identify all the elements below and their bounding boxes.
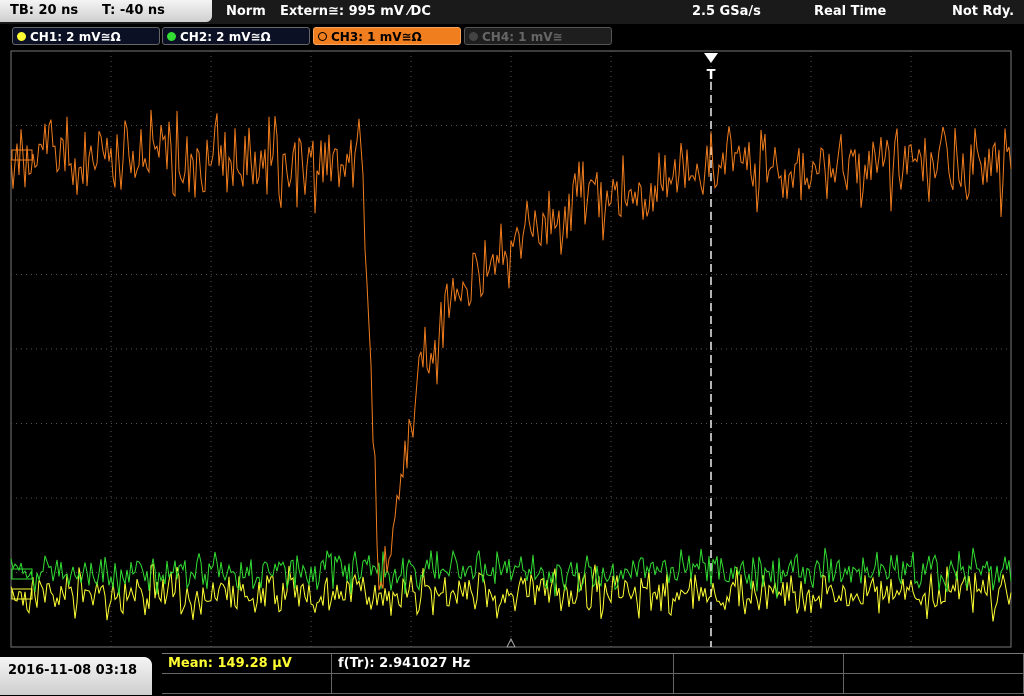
measurement-slot-5[interactable] — [162, 674, 332, 694]
mean-measurement[interactable]: Mean: 149.28 µV — [162, 654, 332, 674]
trigger-source[interactable]: Extern≅: 995 mV ⁄DC — [280, 0, 431, 24]
top-bar: TB: 20 ns T: -40 ns Norm Extern≅: 995 mV… — [0, 0, 1024, 24]
ch3-label: CH3: 1 mV≅Ω — [331, 30, 422, 44]
trigger-mode[interactable]: Norm — [226, 0, 266, 24]
timebase-label: TB: 20 ns — [10, 3, 79, 18]
ch4-label: CH4: 1 mV≅ — [482, 30, 563, 44]
datetime-box: 2016-11-08 03:18 — [0, 657, 152, 695]
acquisition-mode: Real Time — [814, 4, 887, 19]
ch3-dot-icon — [318, 32, 327, 41]
acquisition-state: Not Rdy. — [952, 4, 1015, 19]
frequency-measurement[interactable]: f(Tr): 2.941027 Hz — [332, 654, 674, 674]
channel-ch1-button[interactable]: CH1: 2 mV≅Ω — [12, 27, 160, 45]
measurement-slot-4[interactable] — [844, 654, 1024, 674]
waveform-display[interactable]: T — [0, 49, 1024, 651]
channel-ch2-button[interactable]: CH2: 2 mV≅Ω — [162, 27, 310, 45]
ch1-dot-icon — [17, 32, 26, 41]
measurement-slot-7[interactable] — [674, 674, 844, 694]
measurement-slot-6[interactable] — [332, 674, 674, 694]
status-bar: Norm Extern≅: 995 mV ⁄DC 2.5 GSa/s Real … — [216, 0, 1024, 24]
timebase-box[interactable]: TB: 20 ns T: -40 ns — [0, 0, 212, 22]
trigger-time-label: T: -40 ns — [102, 3, 165, 18]
channel-ch3-button[interactable]: CH3: 1 mV≅Ω — [313, 27, 461, 45]
channel-ch4-button[interactable]: CH4: 1 mV≅ — [464, 27, 612, 45]
bottom-bar: 2016-11-08 03:18 Mean: 149.28 µV f(Tr): … — [0, 651, 1024, 695]
trigger-marker-label: T — [707, 68, 716, 83]
ch2-dot-icon — [167, 32, 176, 41]
ch2-label: CH2: 2 mV≅Ω — [180, 30, 271, 44]
sample-rate: 2.5 GSa/s — [692, 4, 761, 19]
ch1-label: CH1: 2 mV≅Ω — [30, 30, 121, 44]
measurement-panel: Mean: 149.28 µV f(Tr): 2.941027 Hz — [162, 653, 1024, 696]
measurement-slot-3[interactable] — [674, 654, 844, 674]
datetime-label: 2016-11-08 03:18 — [8, 663, 138, 678]
waveform-svg: T — [10, 50, 1012, 648]
channel-row: CH1: 2 mV≅Ω CH2: 2 mV≅Ω CH3: 1 mV≅Ω CH4:… — [0, 25, 1024, 49]
measurement-slot-8[interactable] — [844, 674, 1024, 694]
ch4-dot-icon — [469, 32, 478, 41]
